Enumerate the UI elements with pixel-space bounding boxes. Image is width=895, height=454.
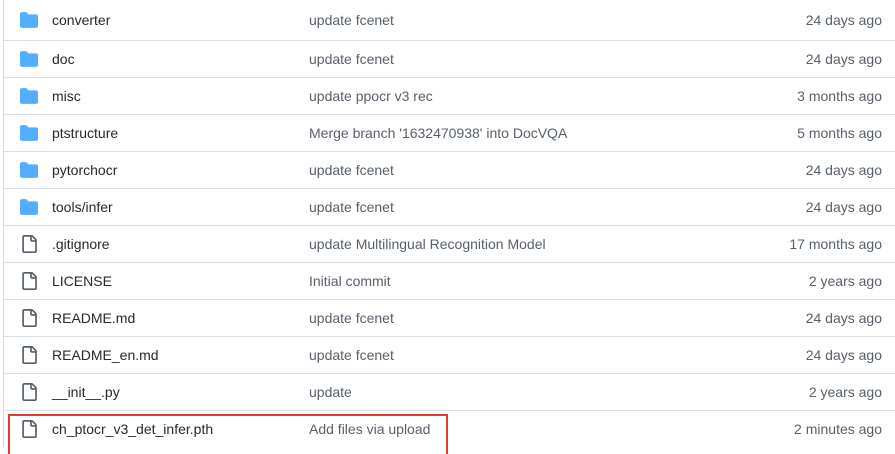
commit-age: 2 years ago	[808, 384, 882, 400]
commit-message-link[interactable]: update fcenet	[309, 12, 394, 28]
file-row[interactable]: README.md update fcenet 24 days ago	[4, 299, 895, 336]
commit-age: 2 minutes ago	[794, 421, 882, 437]
commit-age: 17 months ago	[789, 236, 882, 252]
commit-age: 2 years ago	[808, 273, 882, 289]
folder-icon	[20, 87, 38, 105]
commit-message-link[interactable]: update fcenet	[309, 347, 394, 363]
commit-message-link[interactable]: update fcenet	[309, 310, 394, 326]
commit-message-link[interactable]: update fcenet	[309, 162, 394, 178]
commit-age: 24 days ago	[805, 11, 882, 28]
commit-message-link[interactable]: Initial commit	[309, 273, 391, 289]
file-name-link[interactable]: ptstructure	[52, 125, 118, 141]
file-name-link[interactable]: LICENSE	[52, 273, 112, 289]
folder-icon	[20, 11, 38, 29]
commit-age: 24 days ago	[805, 310, 882, 326]
commit-message-link[interactable]: update	[309, 384, 352, 400]
folder-icon	[20, 161, 38, 179]
file-name-link[interactable]: ch_ptocr_v3_det_infer.pth	[52, 421, 213, 437]
file-icon	[20, 235, 38, 253]
file-name-link[interactable]: README_en.md	[52, 347, 159, 363]
commit-message-link[interactable]: Merge branch '1632470938' into DocVQA	[309, 125, 567, 141]
folder-icon	[20, 198, 38, 216]
commit-message-link[interactable]: update ppocr v3 rec	[309, 88, 433, 104]
commit-age: 24 days ago	[805, 51, 882, 67]
commit-message-link[interactable]: Add files via upload	[309, 421, 430, 437]
file-row[interactable]: .gitignore update Multilingual Recognitio…	[4, 225, 895, 262]
commit-age: 24 days ago	[805, 162, 882, 178]
file-row[interactable]: LICENSE Initial commit 2 years ago	[4, 262, 895, 299]
folder-icon	[20, 124, 38, 142]
file-name-link[interactable]: README.md	[52, 310, 135, 326]
folder-row[interactable]: misc update ppocr v3 rec 3 months ago	[4, 77, 895, 114]
file-icon	[20, 346, 38, 364]
folder-row[interactable]: ptstructure Merge branch '1632470938' int…	[4, 114, 895, 151]
folder-row[interactable]: pytorchocr update fcenet 24 days ago	[4, 151, 895, 188]
file-name-link[interactable]: pytorchocr	[52, 162, 117, 178]
file-name-link[interactable]: __init__.py	[52, 384, 120, 400]
file-name-link[interactable]: .gitignore	[52, 236, 110, 252]
file-row[interactable]: __init__.py update 2 years ago	[4, 373, 895, 410]
file-icon	[20, 420, 38, 438]
file-row[interactable]: README_en.md update fcenet 24 days ago	[4, 336, 895, 373]
commit-age: 24 days ago	[805, 199, 882, 215]
commit-age: 3 months ago	[797, 88, 882, 104]
file-name-link[interactable]: tools/infer	[52, 199, 113, 215]
file-list: converter update fcenet 24 days ago doc upda…	[3, 0, 895, 447]
file-row[interactable]: ch_ptocr_v3_det_infer.pth Add files via u…	[4, 410, 895, 447]
folder-row[interactable]: doc update fcenet 24 days ago	[4, 40, 895, 77]
file-name-link[interactable]: converter	[52, 12, 110, 28]
commit-age: 5 months ago	[797, 125, 882, 141]
commit-message-link[interactable]: update fcenet	[309, 199, 394, 215]
folder-row[interactable]: converter update fcenet 24 days ago	[4, 0, 895, 40]
file-name-link[interactable]: doc	[52, 51, 75, 67]
file-icon	[20, 272, 38, 290]
commit-age: 24 days ago	[805, 347, 882, 363]
file-name-link[interactable]: misc	[52, 88, 81, 104]
file-icon	[20, 309, 38, 327]
folder-row[interactable]: tools/infer update fcenet 24 days ago	[4, 188, 895, 225]
commit-message-link[interactable]: update fcenet	[309, 51, 394, 67]
file-icon	[20, 383, 38, 401]
commit-message-link[interactable]: update Multilingual Recognition Model	[309, 236, 546, 252]
folder-icon	[20, 50, 38, 68]
